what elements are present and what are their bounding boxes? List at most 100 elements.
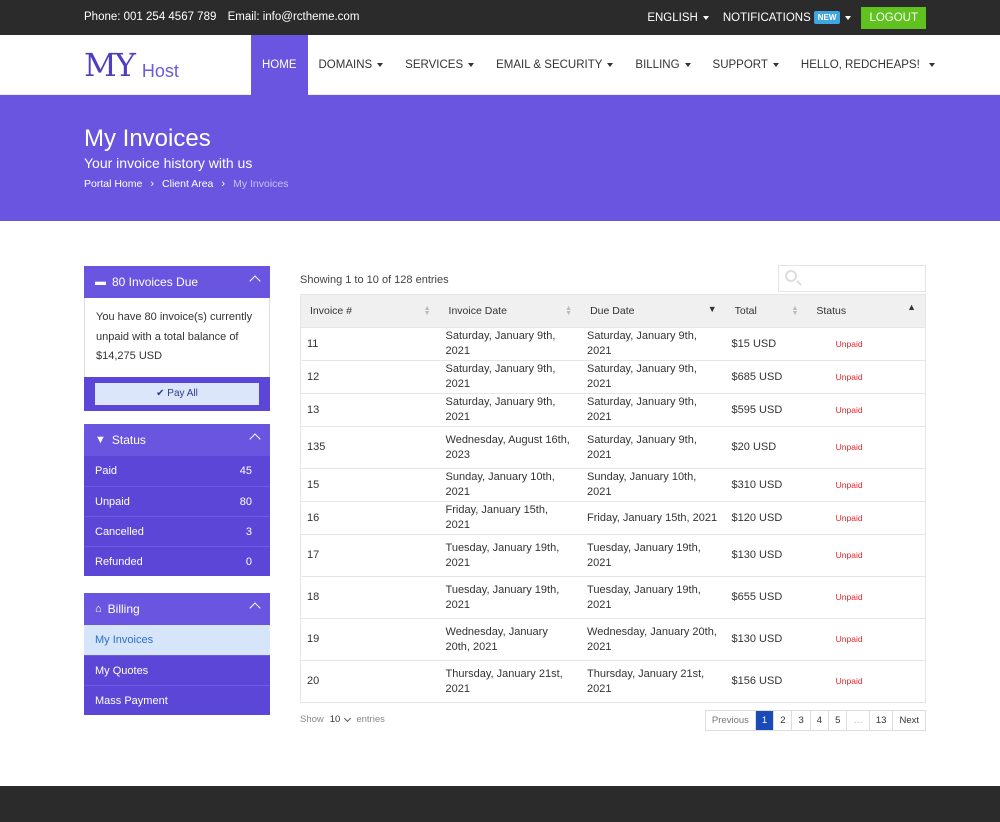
- previous-page-button[interactable]: Previous: [706, 711, 755, 730]
- table-row[interactable]: 16 Friday, January 15th, 2021 Friday, Janu…: [301, 501, 925, 534]
- invoices-due-panel: ▬ 80 Invoices Due You have 80 invoice(s)…: [84, 266, 270, 411]
- due-date-cell-text: Saturday, January 9th, 2021: [587, 396, 697, 423]
- invoice-date-cell-text: Saturday, January 9th, 2021: [445, 396, 556, 423]
- logo-main: MY: [84, 46, 136, 84]
- table-row[interactable]: 13 Saturday, January 9th, 2021 Saturday, J…: [301, 393, 925, 426]
- table-row[interactable]: 12 Saturday, January 9th, 2021 Saturday, J…: [301, 360, 925, 393]
- status-header[interactable]: ▼ Status: [84, 424, 270, 456]
- page-2-button[interactable]: 2: [773, 711, 791, 730]
- column-invoice-date[interactable]: Invoice Date ▲ ▼: [440, 295, 582, 327]
- table-row[interactable]: 15 Sunday, January 10th, 2021 Sunday, Janu…: [301, 468, 925, 501]
- chevron-up-icon[interactable]: [249, 275, 261, 287]
- notifications-dropdown[interactable]: NOTIFICATIONS NEW: [723, 11, 852, 24]
- invoice-date-cell: Saturday, January 9th, 2021: [440, 328, 582, 360]
- status-badge: Unpaid: [835, 634, 863, 644]
- billing-item-mass-payment[interactable]: Mass Payment: [84, 685, 270, 715]
- breadcrumb-current: My Invoices: [233, 178, 289, 190]
- next-page-button[interactable]: Next: [892, 711, 925, 730]
- invoice-number-cell-text: 12: [307, 370, 320, 383]
- billing-item-my-quotes[interactable]: My Quotes: [84, 655, 270, 685]
- filter-icon: ▼: [95, 434, 106, 446]
- invoice-date-cell-text: Wednesday, August 16th, 2023: [445, 433, 570, 461]
- nav-email-security[interactable]: EMAIL & SECURITY: [485, 35, 624, 95]
- nav-home-label: HOME: [262, 59, 297, 71]
- column-due-date[interactable]: Due Date ▼: [581, 295, 726, 327]
- search-icon: [785, 270, 797, 282]
- total-cell: $156 USD: [726, 661, 808, 702]
- status-item-cancelled[interactable]: Cancelled 3: [84, 516, 270, 546]
- column-status[interactable]: Status ▲: [807, 295, 925, 327]
- status-item-unpaid[interactable]: Unpaid 80: [84, 486, 270, 516]
- status-count: 3: [245, 525, 252, 538]
- logout-button[interactable]: LOGOUT: [861, 6, 926, 29]
- pay-all-button[interactable]: ✔ Pay All: [95, 382, 259, 405]
- invoice-number-cell: 15: [301, 469, 440, 501]
- chevron-up-icon[interactable]: [249, 602, 261, 614]
- invoice-date-cell-text: Friday, January 15th, 2021: [445, 504, 549, 531]
- status-cell: Unpaid: [807, 619, 925, 660]
- breadcrumb-portal-home[interactable]: Portal Home: [84, 178, 142, 190]
- search-input[interactable]: [778, 265, 926, 292]
- sort-desc-icon: ▼: [707, 304, 717, 314]
- nav-home[interactable]: HOME: [251, 35, 308, 95]
- header-label: Invoice #: [310, 305, 353, 317]
- due-date-cell-text: Thursday, January 21st, 2021: [587, 667, 705, 695]
- due-date-cell: Saturday, January 9th, 2021: [581, 328, 726, 360]
- page-length-select[interactable]: 10: [330, 714, 352, 725]
- page-1-button[interactable]: 1: [754, 711, 774, 730]
- column-invoice-number[interactable]: Invoice # ▲ ▼: [301, 295, 440, 327]
- invoice-number-cell-text: 17: [307, 549, 320, 561]
- due-date-cell-text: Friday, January 15th, 2021: [587, 511, 718, 524]
- page-4-button[interactable]: 4: [809, 711, 828, 730]
- invoice-date-cell-text: Saturday, January 9th, 2021: [445, 330, 556, 357]
- total-cell: $130 USD: [726, 535, 808, 576]
- invoice-number-cell: 12: [301, 361, 440, 393]
- table-row[interactable]: 18 Tuesday, January 19th, 2021 Tuesday, Ja…: [301, 576, 925, 618]
- invoice-number-cell-text: 15: [307, 478, 320, 491]
- status-cell: Unpaid: [807, 427, 925, 468]
- logo[interactable]: MY Host: [84, 49, 179, 81]
- nav-billing[interactable]: BILLING: [624, 35, 701, 95]
- invoice-date-cell: Tuesday, January 19th, 2021: [440, 577, 582, 618]
- status-badge: Unpaid: [835, 338, 863, 349]
- page-5-button[interactable]: 5: [828, 711, 846, 730]
- nav-user-menu[interactable]: HELLO, REDCHEAPS!: [790, 35, 946, 95]
- status-badge: Unpaid: [835, 404, 863, 415]
- due-date-cell: Friday, January 15th, 2021: [581, 502, 726, 534]
- breadcrumb-client-area[interactable]: Client Area: [162, 178, 213, 190]
- table-row[interactable]: 20 Thursday, January 21st, 2021 Thursday, …: [301, 660, 925, 702]
- nav-billing-label: BILLING: [635, 59, 680, 71]
- table-body: 11 Saturday, January 9th, 2021 Saturday, J…: [301, 327, 925, 702]
- language-dropdown[interactable]: ENGLISH: [647, 12, 709, 24]
- table-info: Showing 1 to 10 of 128 entries: [300, 274, 449, 286]
- status-item-refunded[interactable]: Refunded 0: [84, 546, 270, 576]
- caret-down-icon: [928, 63, 935, 67]
- column-total[interactable]: Total ▲ ▼: [726, 295, 808, 327]
- status-cell: Unpaid: [807, 535, 925, 576]
- chevron-up-icon[interactable]: [249, 433, 261, 445]
- invoices-due-header[interactable]: ▬ 80 Invoices Due: [84, 266, 270, 298]
- caret-down-icon: [468, 63, 475, 67]
- total-cell: $655 USD: [726, 577, 808, 618]
- invoice-date-cell-text: Thursday, January 21st, 2021: [445, 667, 563, 695]
- nav-domains[interactable]: DOMAINS: [308, 35, 395, 95]
- breadcrumb: Portal Home › Client Area › My Invoices: [84, 178, 289, 190]
- status-item-paid[interactable]: Paid 45: [84, 456, 270, 486]
- header-label: Status: [816, 305, 847, 317]
- billing-header[interactable]: ⌂ Billing: [84, 593, 270, 625]
- caret-down-icon: [684, 63, 691, 67]
- due-date-cell: Saturday, January 9th, 2021: [581, 427, 726, 468]
- total-cell-text: $130 USD: [731, 633, 783, 645]
- nav-support[interactable]: SUPPORT: [702, 35, 790, 95]
- table-row[interactable]: 11 Saturday, January 9th, 2021 Saturday, J…: [301, 327, 925, 360]
- total-cell-text: $655 USD: [731, 591, 783, 603]
- billing-item-my-invoices[interactable]: My Invoices: [84, 625, 270, 655]
- nav-services[interactable]: SERVICES: [394, 35, 485, 95]
- due-date-cell: Saturday, January 9th, 2021: [581, 361, 726, 393]
- page-13-button[interactable]: 13: [868, 711, 893, 730]
- table-row[interactable]: 17 Tuesday, January 19th, 2021 Tuesday, Ja…: [301, 534, 925, 576]
- table-row[interactable]: 19 Wednesday, January 20th, 2021 Wednesday…: [301, 618, 925, 660]
- status-badge: Unpaid: [835, 479, 863, 490]
- page-3-button[interactable]: 3: [791, 711, 809, 730]
- table-row[interactable]: 135 Wednesday, August 16th, 2023 Saturday,…: [301, 426, 925, 468]
